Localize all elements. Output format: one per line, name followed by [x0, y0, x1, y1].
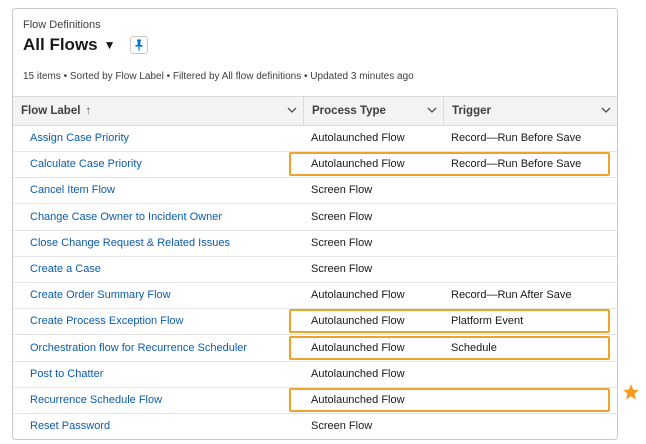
chevron-down-icon[interactable]: [427, 106, 437, 114]
list-header: Flow Definitions All Flows ▼: [23, 19, 607, 56]
process-type-cell: Screen Flow: [311, 420, 373, 433]
column-header-flow-label[interactable]: Flow Label ↑: [13, 97, 303, 125]
table-row: Create Order Summary Flow Autolaunched Fl…: [13, 282, 617, 310]
flow-label-link[interactable]: Assign Case Priority: [30, 125, 129, 151]
list-view-title-row: All Flows ▼: [23, 34, 607, 56]
trigger-cell: Record—Run Before Save: [451, 132, 582, 144]
flow-label-link[interactable]: Create Process Exception Flow: [30, 308, 183, 334]
trigger-cell: Schedule: [451, 341, 497, 354]
table-row: Reset Password Screen Flow: [13, 413, 617, 439]
process-type-cell: Screen Flow: [311, 236, 373, 249]
flow-label-link[interactable]: Cancel Item Flow: [30, 177, 115, 203]
flow-label-link[interactable]: Post to Chatter: [30, 361, 103, 387]
flow-label-link[interactable]: Calculate Case Priority: [30, 151, 142, 177]
object-subtitle: Flow Definitions: [23, 19, 101, 31]
flow-label-link[interactable]: Create a Case: [30, 256, 101, 282]
column-label: Trigger: [452, 105, 491, 117]
pin-icon[interactable]: [129, 36, 148, 54]
flow-label-link[interactable]: Reset Password: [30, 413, 110, 439]
trigger-cell: Record—Run Before Save: [451, 158, 582, 171]
trigger-cell: Platform Event: [451, 315, 524, 328]
column-header-trigger[interactable]: Trigger: [443, 97, 617, 125]
table-row: Create a Case Screen Flow: [13, 256, 617, 283]
table-row: Close Change Request & Related Issues Scr…: [13, 230, 617, 257]
flow-label-link[interactable]: Create Order Summary Flow: [30, 282, 171, 308]
flow-label-link[interactable]: Recurrence Schedule Flow: [30, 387, 162, 413]
list-info-text: 15 items • Sorted by Flow Label • Filter…: [23, 71, 414, 82]
table-row: Cancel Item Flow Screen Flow: [13, 177, 617, 205]
column-header-process-type[interactable]: Process Type: [303, 97, 443, 125]
list-view-title[interactable]: All Flows: [23, 35, 98, 55]
column-label: Process Type: [312, 105, 386, 117]
process-type-cell: Autolaunched Flow: [311, 158, 405, 171]
process-type-cell: Autolaunched Flow: [311, 132, 405, 144]
process-type-cell: Screen Flow: [311, 184, 373, 197]
table-row: Recurrence Schedule Flow Autolaunched Flo…: [13, 387, 617, 414]
process-type-cell: Autolaunched Flow: [311, 341, 405, 354]
flow-list-panel: Flow Definitions All Flows ▼ 15 items • …: [12, 8, 618, 440]
flow-label-link[interactable]: Change Case Owner to Incident Owner: [30, 204, 222, 230]
chevron-down-icon[interactable]: [601, 106, 611, 114]
process-type-cell: Screen Flow: [311, 263, 373, 275]
process-type-cell: Screen Flow: [311, 210, 373, 223]
process-type-cell: Autolaunched Flow: [311, 289, 405, 302]
trigger-cell: Record—Run After Save: [451, 289, 572, 302]
list-view-dropdown-icon[interactable]: ▼: [104, 38, 116, 52]
flow-label-link[interactable]: Close Change Request & Related Issues: [30, 230, 230, 256]
table-row: Change Case Owner to Incident Owner Scree…: [13, 204, 617, 231]
table-row: Orchestration flow for Recurrence Schedu…: [13, 335, 617, 362]
table-row: Post to Chatter Autolaunched Flow: [13, 361, 617, 388]
table-row: Create Process Exception Flow Autolaunche…: [13, 308, 617, 336]
process-type-cell: Autolaunched Flow: [311, 367, 405, 380]
star-icon: [623, 384, 639, 400]
process-type-cell: Autolaunched Flow: [311, 315, 405, 328]
table-row: Assign Case Priority Autolaunched Flow Rec…: [13, 125, 617, 152]
column-label: Flow Label: [21, 105, 81, 117]
sort-ascending-icon: ↑: [85, 105, 92, 117]
table-header: Flow Label ↑ Process Type Trigger: [13, 96, 617, 126]
process-type-cell: Autolaunched Flow: [311, 394, 405, 406]
chevron-down-icon[interactable]: [287, 106, 297, 114]
flow-label-link[interactable]: Orchestration flow for Recurrence Schedu…: [30, 335, 247, 361]
table-row: Calculate Case Priority Autolaunched Flow…: [13, 151, 617, 179]
